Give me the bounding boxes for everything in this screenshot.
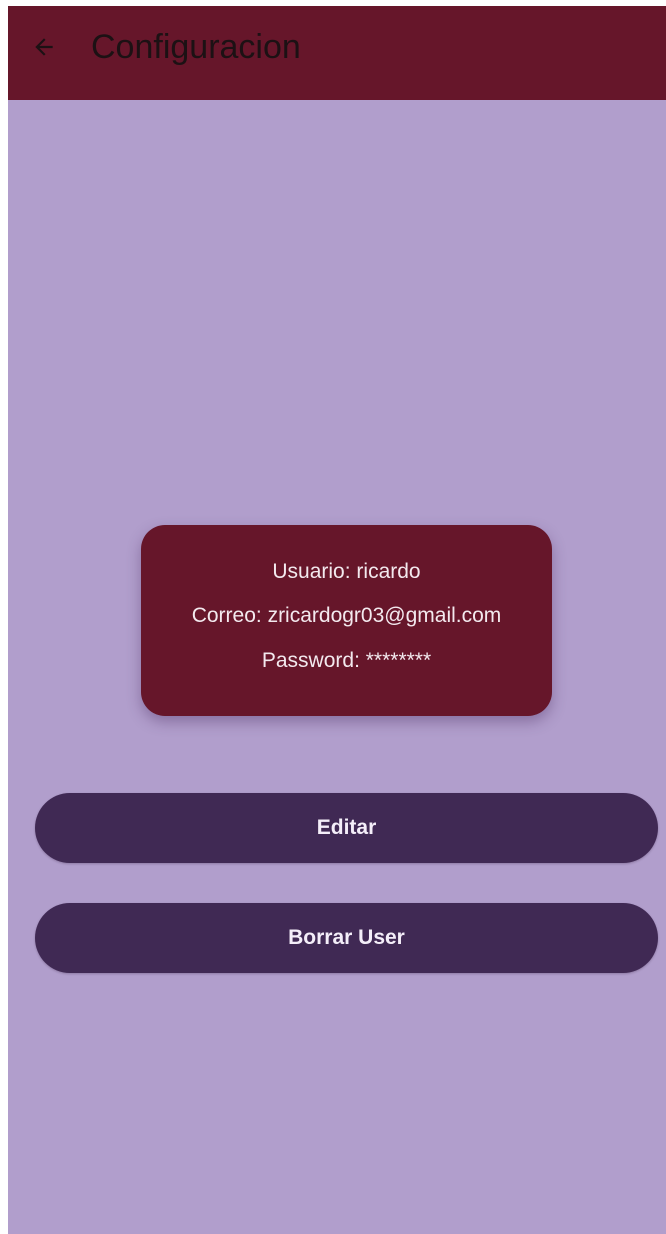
password-label: Password:: [261, 649, 360, 672]
user-row: Usuario: ricardo: [141, 558, 552, 586]
password-value: ********: [365, 649, 432, 672]
page-title: Configuracion: [91, 28, 301, 66]
settings-screen: Configuracion Usuario: ricardo Correo: z…: [8, 6, 666, 1234]
arrow-left-icon: [35, 38, 53, 56]
user-value: ricardo: [356, 560, 421, 583]
delete-user-button[interactable]: Borrar User: [35, 903, 658, 973]
profile-card: Usuario: ricardo Correo: zricardogr03@gm…: [141, 525, 552, 716]
email-row: Correo: zricardogr03@gmail.com: [141, 602, 552, 630]
user-label: Usuario:: [272, 560, 351, 583]
back-button[interactable]: [26, 29, 62, 65]
email-label: Correo:: [191, 604, 262, 627]
app-bar: Configuracion: [8, 6, 666, 100]
email-value: zricardogr03@gmail.com: [267, 604, 502, 627]
edit-button[interactable]: Editar: [35, 793, 658, 863]
delete-user-button-label: Borrar User: [288, 926, 405, 949]
edit-button-label: Editar: [316, 816, 377, 839]
password-row: Password: ********: [141, 647, 552, 675]
